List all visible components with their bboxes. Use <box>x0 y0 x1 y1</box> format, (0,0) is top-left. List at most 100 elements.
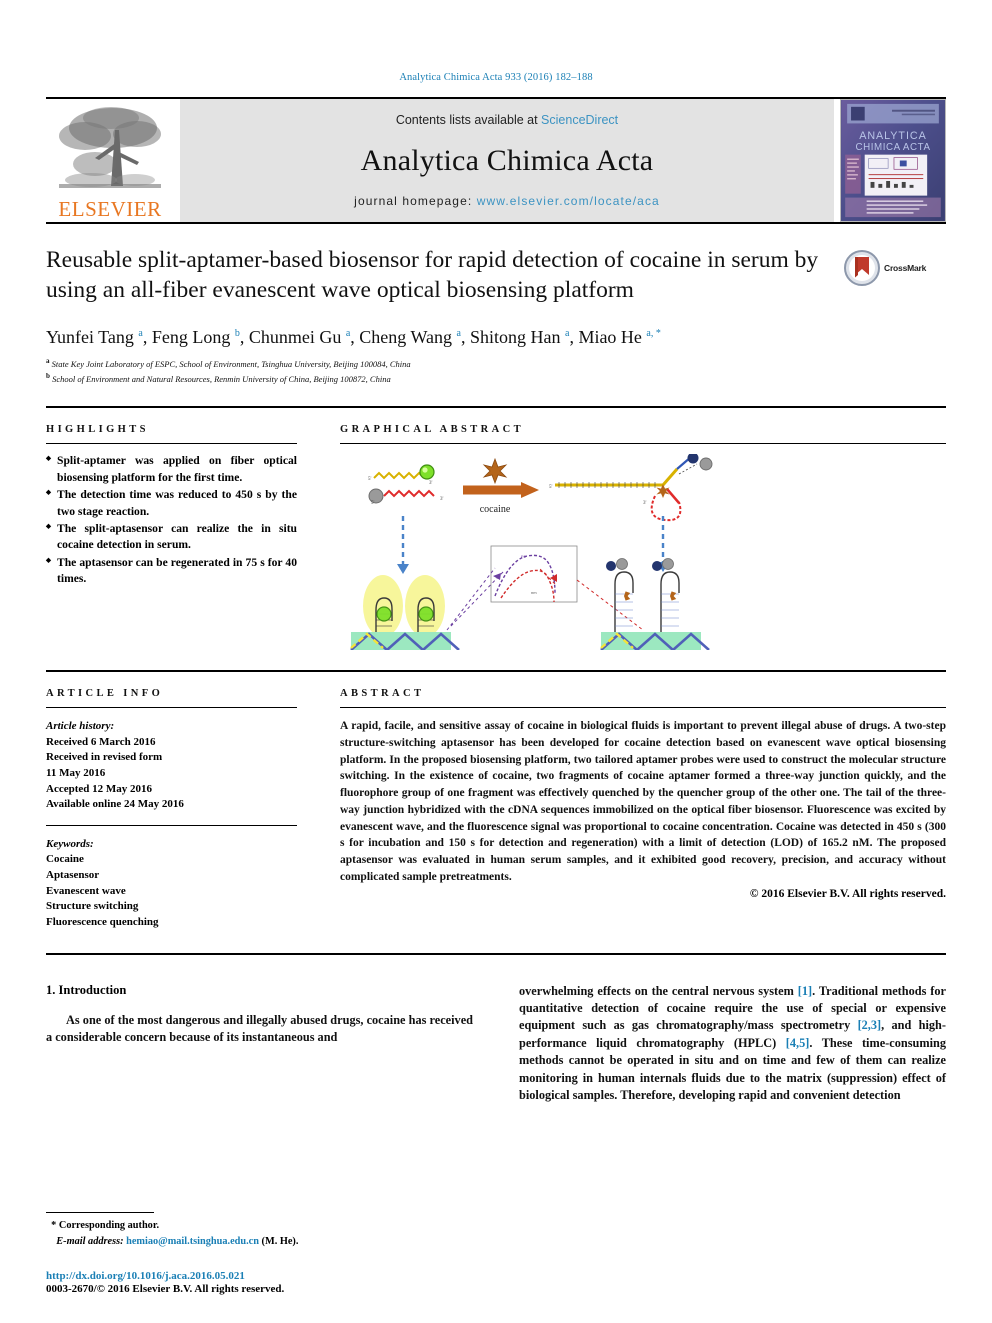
ga-inset-plot: F0 nm <box>446 545 644 631</box>
article-info-heading: ARTICLE INFO <box>46 688 164 700</box>
crossmark-badge[interactable]: CrossMark <box>844 250 946 286</box>
abstract-top-rule <box>46 670 946 673</box>
journal-masthead: ELSEVIER Contents lists available at Sci… <box>46 97 946 222</box>
keyword-item: Structure switching <box>46 900 139 913</box>
history-item: Received in revised form <box>46 751 163 764</box>
article-history-label: Article history: <box>46 720 115 733</box>
history-item: Accepted 12 May 2016 <box>46 782 153 795</box>
ga-junction-star-right <box>624 591 677 601</box>
section-number: 1. <box>46 982 56 997</box>
svg-text:5': 5' <box>368 477 372 482</box>
graphical-abstract-figure: 5' 3' 5' 3' cocaine 5' 3' F0 nm <box>340 454 946 651</box>
ga-free-probes: 5' 3' 5' 3' <box>368 464 444 506</box>
ga-fiber-left <box>350 575 460 651</box>
svg-text:CHIMICA ACTA: CHIMICA ACTA <box>855 142 930 153</box>
sciencedirect-link[interactable]: ScienceDirect <box>541 113 618 127</box>
ga-fiber-right <box>600 558 710 651</box>
list-item: The aptasensor can be regenerated in 75 … <box>46 555 297 588</box>
email-label: E-mail address: <box>56 1235 124 1247</box>
contents-prefix: Contents lists available at <box>395 113 542 127</box>
elsevier-logo: ELSEVIER <box>46 99 174 222</box>
footnote-block: * Corresponding author. E-mail address: … <box>46 1212 486 1249</box>
crossmark-column: CrossMark <box>844 246 946 305</box>
citation-reference[interactable]: [1] <box>798 984 812 998</box>
graphical-abstract-heading: GRAPHICAL ABSTRACT <box>340 424 525 436</box>
svg-text:ANALYTICA: ANALYTICA <box>859 130 927 142</box>
graphical-abstract-rule <box>340 443 946 445</box>
body-columns: 1. Introduction As one of the most dange… <box>46 983 946 1117</box>
journal-homepage-link[interactable]: www.elsevier.com/locate/aca <box>477 194 660 208</box>
ga-reaction-arrow: cocaine <box>463 458 539 515</box>
elsevier-tree-icon <box>51 102 169 198</box>
citation-reference[interactable]: [4,5] <box>786 1036 810 1050</box>
journal-homepage-line: journal homepage: www.elsevier.com/locat… <box>354 194 660 208</box>
section-title: Introduction <box>58 982 127 997</box>
svg-text:5': 5' <box>371 501 375 506</box>
email-suffix: (M. He). <box>261 1235 299 1247</box>
intro-paragraph-left: As one of the most dangerous and illegal… <box>46 1012 473 1044</box>
email-link[interactable]: hemiao@mail.tsinghua.edu.cn <box>126 1236 259 1247</box>
svg-text:3': 3' <box>429 481 433 486</box>
email-line: E-mail address: hemiao@mail.tsinghua.edu… <box>46 1234 486 1249</box>
graphical-abstract-svg: 5' 3' 5' 3' cocaine 5' 3' F0 nm <box>350 454 713 651</box>
affiliation-text-a: State Key Joint Laboratory of ESPC, Scho… <box>51 359 411 370</box>
doi-link[interactable]: http://dx.doi.org/10.1016/j.aca.2016.05.… <box>46 1270 546 1282</box>
section-heading-introduction: 1. Introduction <box>46 983 473 998</box>
footnote-rule <box>46 1212 154 1214</box>
corresponding-marker: * <box>51 1220 57 1232</box>
affiliation-b: b School of Environment and Natural Reso… <box>46 371 946 386</box>
articleinfo-abstract-row: ARTICLE INFO Article history: Received 6… <box>46 688 946 930</box>
contents-available-line: Contents lists available at ScienceDirec… <box>396 113 618 127</box>
intro-paragraph-right: overwhelming effects on the central nerv… <box>519 983 946 1105</box>
abstract-copyright: © 2016 Elsevier B.V. All rights reserved… <box>749 888 946 901</box>
masthead-bottom-rule <box>46 222 946 224</box>
history-item: 11 May 2016 <box>46 767 106 780</box>
affiliation-text-b: School of Environment and Natural Resour… <box>52 374 391 385</box>
abstract-text: A rapid, facile, and sensitive assay of … <box>340 720 946 883</box>
author-list: Yunfei Tang a, Feng Long b, Chunmei Gu a… <box>46 327 661 348</box>
list-item: The split-aptasensor can realize the in … <box>46 521 297 554</box>
keyword-item: Cocaine <box>46 853 84 866</box>
citation-reference[interactable]: [2,3] <box>858 1018 882 1032</box>
title-column: Reusable split-aptamer-based biosensor f… <box>46 246 844 305</box>
ga-cocaine-star-icon <box>482 458 508 485</box>
keywords-divider <box>46 824 297 826</box>
abstract-column: ABSTRACT A rapid, facile, and sensitive … <box>297 688 946 930</box>
svg-text:nm: nm <box>531 590 537 595</box>
article-info-rule <box>46 707 297 709</box>
running-head: Analytica Chimica Acta 933 (2016) 182–18… <box>399 72 593 83</box>
keyword-item: Aptasensor <box>46 869 100 882</box>
journal-cover-svg: ANALYTICA CHIMICA ACTA <box>841 100 945 221</box>
title-block: Reusable split-aptamer-based biosensor f… <box>46 246 946 305</box>
ga-cocaine-label: cocaine <box>480 504 511 515</box>
info-top-rule <box>46 406 946 409</box>
highlights-rule <box>46 443 297 445</box>
elsevier-tree-svg <box>59 107 161 188</box>
highlights-column: HIGHLIGHTS Split-aptamer was applied on … <box>46 424 297 650</box>
journal-band: Contents lists available at ScienceDirec… <box>180 99 834 222</box>
list-item: Split-aptamer was applied on fiber optic… <box>46 453 297 486</box>
affiliation-a: a State Key Joint Laboratory of ESPC, Sc… <box>46 356 946 371</box>
history-item: Available online 24 May 2016 <box>46 798 184 811</box>
affiliation-marker-a: a <box>46 357 50 366</box>
doi-block: http://dx.doi.org/10.1016/j.aca.2016.05.… <box>46 1270 546 1295</box>
history-item: Received 6 March 2016 <box>46 735 156 748</box>
journal-cover-thumbnail: ANALYTICA CHIMICA ACTA <box>840 99 946 222</box>
graphical-abstract-column: GRAPHICAL ABSTRACT 5' 3' 5' 3' cocaine 5… <box>297 424 946 651</box>
crossmark-label: CrossMark <box>884 263 927 273</box>
list-item: The detection time was reduced to 450 s … <box>46 487 297 520</box>
issn-copyright-line: 0003-2670/© 2016 Elsevier B.V. All right… <box>46 1283 285 1295</box>
homepage-prefix: journal homepage: <box>354 194 477 208</box>
keywords-label: Keywords: <box>46 837 94 850</box>
paragraph-text: overwhelming effects on the central nerv… <box>519 983 798 998</box>
svg-text:3': 3' <box>440 497 444 502</box>
highlights-heading: HIGHLIGHTS <box>46 424 149 436</box>
page-title: Reusable split-aptamer-based biosensor f… <box>46 247 819 303</box>
abstract-bottom-rule <box>46 952 946 955</box>
keyword-item: Fluorescence quenching <box>46 915 159 928</box>
corresponding-label: Corresponding author. <box>58 1220 160 1232</box>
highlights-list: Split-aptamer was applied on fiber optic… <box>46 453 297 588</box>
keyword-item: Evanescent wave <box>46 884 126 897</box>
affiliations: a State Key Joint Laboratory of ESPC, Sc… <box>46 356 946 386</box>
journal-title: Analytica Chimica Acta <box>360 143 654 177</box>
